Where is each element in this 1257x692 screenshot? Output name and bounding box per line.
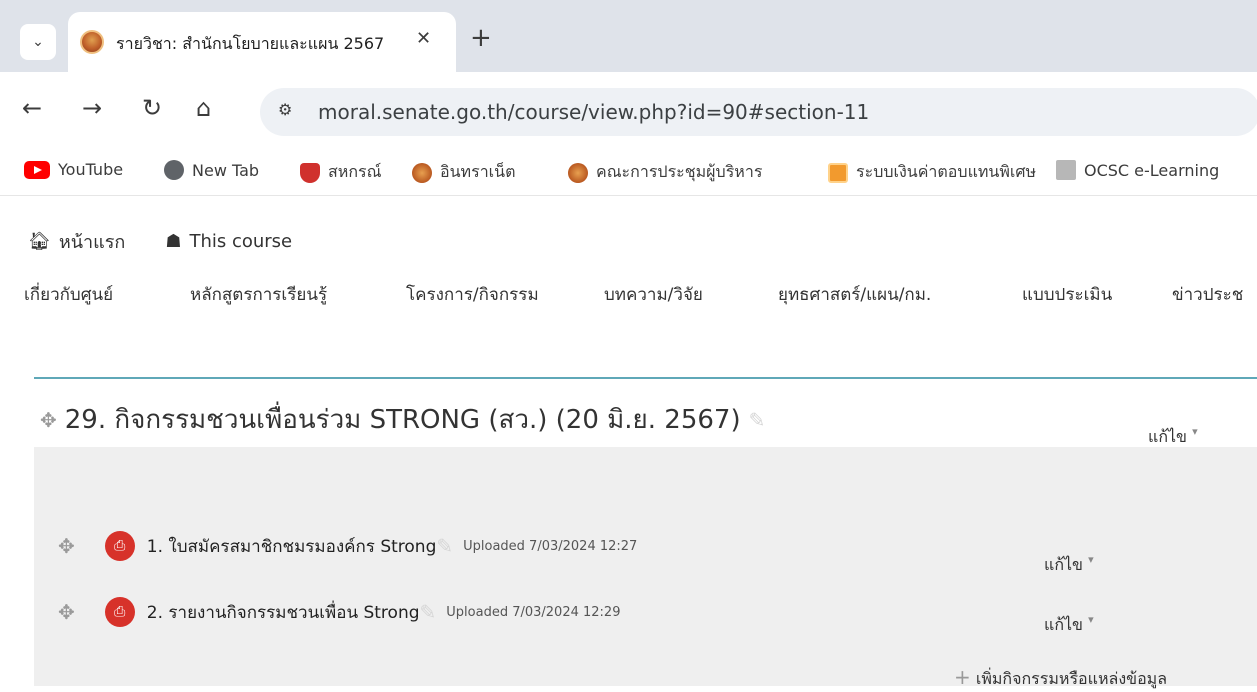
upload-date: Uploaded 7/03/2024 12:29 — [446, 604, 621, 620]
close-tab-icon[interactable]: ✕ — [416, 28, 431, 49]
caret-down-icon: ▾ — [1192, 425, 1198, 438]
upload-date: Uploaded 7/03/2024 12:27 — [463, 538, 638, 554]
tab-strip: ⌄ รายวิชา: สำนักนโยบายและแผน 2567 ✕ + — [0, 0, 1257, 72]
menu-courses[interactable]: หลักสูตรการเรียนรู้ — [190, 281, 327, 308]
section-title: ✥ 29. กิจกรรมชวนเพื่อนร่วม STRONG (สว.) … — [40, 399, 765, 440]
pencil-icon[interactable]: ✎ — [420, 600, 437, 624]
chevron-down-icon: ⌄ — [32, 34, 44, 50]
edit-label: แก้ไข — [1044, 555, 1083, 574]
move-icon[interactable]: ✥ — [40, 408, 57, 432]
bookmark-label: New Tab — [192, 160, 260, 180]
address-bar[interactable]: ⚙ moral.senate.go.th/course/view.php?id=… — [260, 88, 1257, 136]
pencil-icon[interactable]: ✎ — [436, 534, 453, 558]
menu-strategy[interactable]: ยุทธศาสตร์/แผน/กม. — [778, 281, 931, 308]
home-icon[interactable]: ⌂ — [196, 94, 211, 122]
bookmark-label: อินทราเน็ต — [440, 162, 516, 181]
menu-evaluation[interactable]: แบบประเมิน — [1022, 281, 1112, 308]
edit-label: แก้ไข — [1148, 427, 1187, 446]
caret-down-icon: ▾ — [1088, 613, 1094, 626]
bookmark-new-tab[interactable]: New Tab — [164, 160, 259, 180]
ocsc-icon — [1056, 160, 1076, 180]
orange-box-icon — [828, 162, 848, 183]
bookmark-executive-meeting[interactable]: คณะการประชุมผู้บริหาร — [568, 160, 762, 185]
bookmark-youtube[interactable]: YouTube — [24, 160, 123, 179]
seal-icon — [412, 162, 432, 183]
caret-down-icon: ▾ — [1088, 553, 1094, 566]
move-icon[interactable]: ✥ — [58, 600, 75, 624]
bookmark-label: คณะการประชุมผู้บริหาร — [596, 162, 763, 181]
section-title-text: 29. กิจกรรมชวนเพื่อนร่วม STRONG (สว.) (2… — [64, 405, 741, 435]
menu-articles[interactable]: บทความ/วิจัย — [604, 281, 703, 308]
pdf-icon: ⎙ — [104, 597, 135, 627]
site-settings-icon[interactable]: ⚙ — [278, 100, 292, 119]
sitemap-icon: ☗ — [165, 231, 182, 252]
home-link[interactable]: 🏠︎ หน้าแรก — [28, 227, 125, 256]
main-menu: เกี่ยวกับศูนย์ หลักสูตรการเรียนรู้ โครงก… — [0, 281, 1257, 321]
section-header: ✥ 29. กิจกรรมชวนเพื่อนร่วม STRONG (สว.) … — [34, 379, 1257, 447]
back-arrow-icon[interactable]: ← — [22, 94, 42, 122]
edit-label: แก้ไข — [1044, 615, 1083, 634]
tab-title: รายวิชา: สำนักนโยบายและแผน 2567 — [116, 34, 385, 53]
bookmarks-bar: YouTube New Tab สหกรณ์ อินทราเน็ต คณะการ… — [0, 148, 1257, 196]
activity-item: ✥ ⎙ 2. รายงานกิจกรรมชวนเพื่อน Strong ✎ U… — [58, 597, 620, 627]
activity-edit-menu[interactable]: แก้ไข ▾ — [1044, 613, 1094, 638]
navigation-bar: ← → ↻ ⌂ ⚙ moral.senate.go.th/course/view… — [0, 72, 1257, 148]
add-activity-label: เพิ่มกิจกรรมหรือแหล่งข้อมูล — [975, 669, 1168, 688]
reload-icon[interactable]: ↻ — [142, 94, 162, 122]
pencil-icon[interactable]: ✎ — [749, 408, 766, 432]
home-icon: 🏠︎ — [28, 231, 51, 252]
bookmark-cooperative[interactable]: สหกรณ์ — [300, 160, 381, 185]
activity-link[interactable]: 2. รายงานกิจกรรมชวนเพื่อน Strong — [147, 599, 420, 626]
forward-arrow-icon[interactable]: → — [82, 94, 102, 122]
activity-item: ✥ ⎙ 1. ใบสมัครสมาชิกชมรมองค์กร Strong ✎ … — [58, 531, 637, 561]
youtube-icon — [24, 160, 50, 179]
bookmark-ocsc[interactable]: OCSC e-Learning — [1056, 160, 1219, 180]
browser-tab[interactable]: รายวิชา: สำนักนโยบายและแผน 2567 ✕ — [68, 12, 456, 72]
menu-about[interactable]: เกี่ยวกับศูนย์ — [24, 281, 113, 308]
bookmark-label: YouTube — [58, 160, 124, 179]
bookmark-label: สหกรณ์ — [328, 162, 382, 181]
section-edit-menu[interactable]: แก้ไข ▾ — [1148, 425, 1198, 450]
plus-icon: + — [954, 665, 971, 689]
top-navigation: 🏠︎ หน้าแรก ☗ This course — [28, 227, 292, 256]
menu-projects[interactable]: โครงการ/กิจกรรม — [406, 281, 539, 308]
tab-search-button[interactable]: ⌄ — [20, 24, 56, 60]
seal-favicon-icon — [80, 30, 104, 54]
bookmark-label: OCSC e-Learning — [1084, 160, 1220, 180]
activity-edit-menu[interactable]: แก้ไข ▾ — [1044, 553, 1094, 578]
course-section: ✥ 29. กิจกรรมชวนเพื่อนร่วม STRONG (สว.) … — [34, 379, 1257, 689]
globe-icon — [164, 160, 184, 180]
pdf-icon: ⎙ — [104, 531, 135, 561]
home-label: หน้าแรก — [58, 232, 126, 253]
this-course-link[interactable]: ☗ This course — [165, 227, 292, 256]
bookmark-intranet[interactable]: อินทราเน็ต — [412, 160, 515, 185]
bookmark-label: ระบบเงินค่าตอบแทนพิเศษ — [856, 162, 1037, 181]
seal-icon — [568, 162, 588, 183]
bookmark-special-pay[interactable]: ระบบเงินค่าตอบแทนพิเศษ — [828, 160, 1036, 185]
this-course-label: This course — [189, 231, 293, 252]
menu-news[interactable]: ข่าวประช — [1172, 281, 1243, 308]
shield-icon — [300, 162, 320, 183]
activity-link[interactable]: 1. ใบสมัครสมาชิกชมรมองค์กร Strong — [147, 533, 437, 560]
url-text[interactable]: moral.senate.go.th/course/view.php?id=90… — [318, 100, 869, 124]
add-activity-link[interactable]: + เพิ่มกิจกรรมหรือแหล่งข้อมูล — [954, 665, 1167, 692]
move-icon[interactable]: ✥ — [58, 534, 75, 558]
new-tab-plus-icon[interactable]: + — [470, 25, 492, 51]
page-content: 🏠︎ หน้าแรก ☗ This course เกี่ยวกับศูนย์ หล… — [0, 197, 1257, 689]
